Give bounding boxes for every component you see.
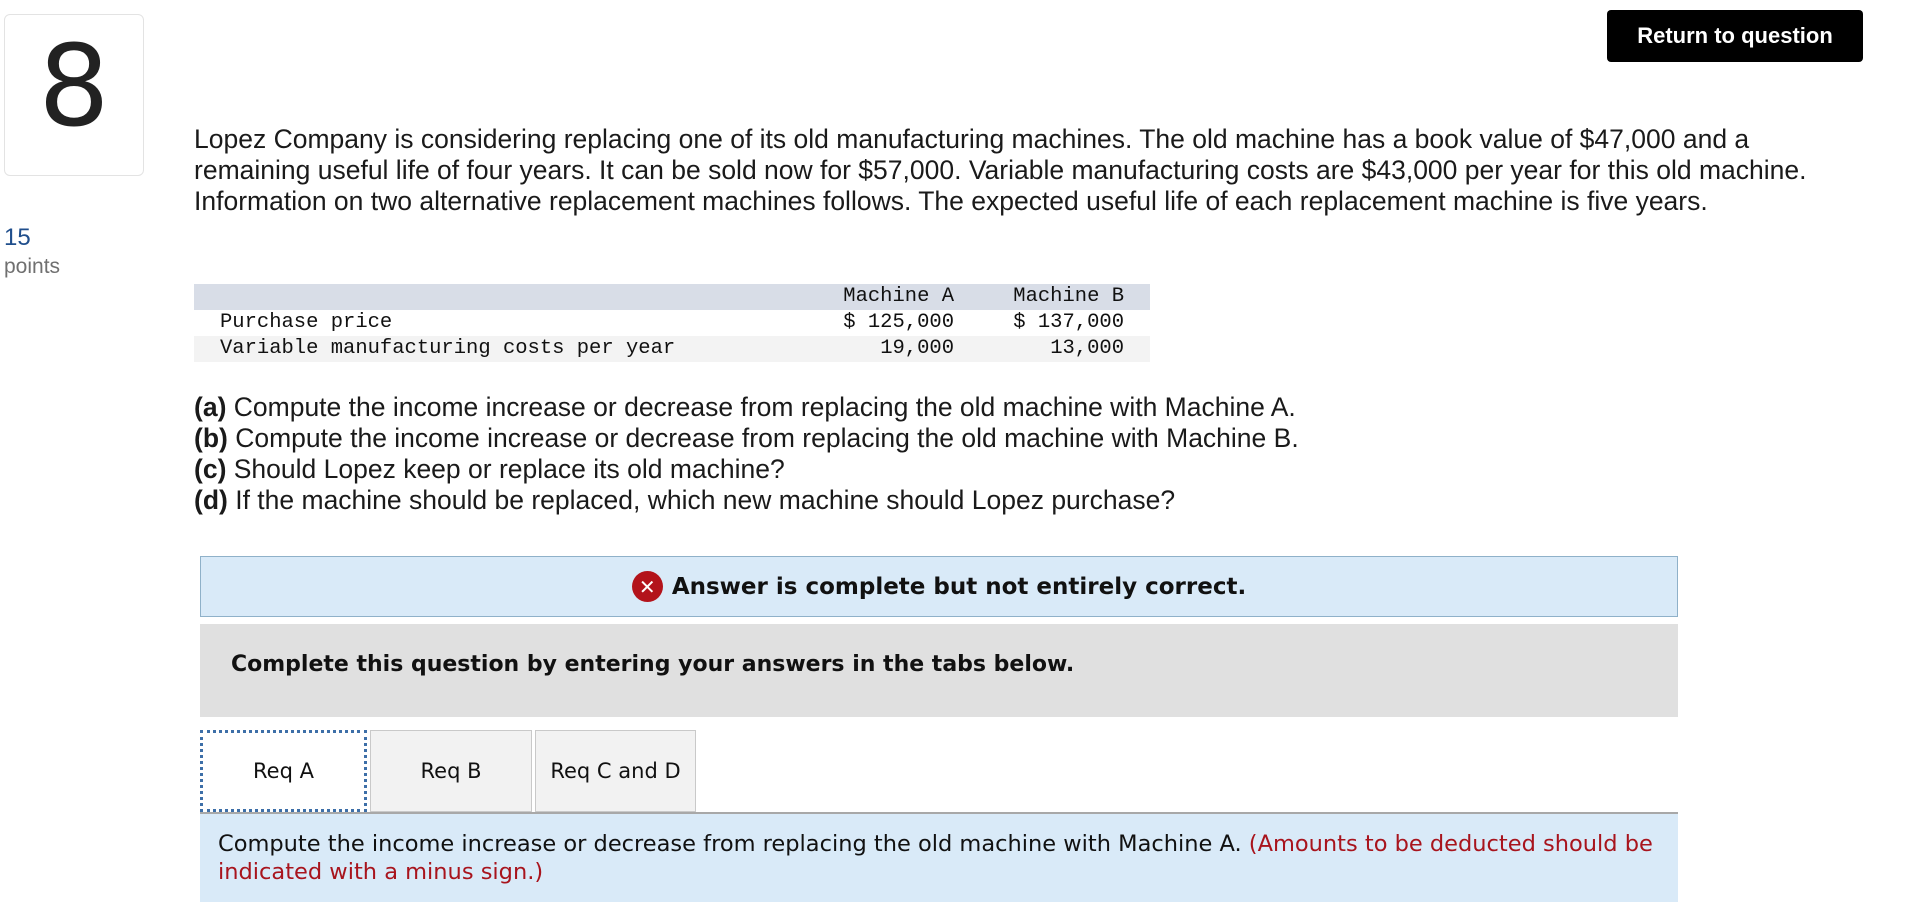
- machine-info-table: Machine A Machine B Purchase price $ 125…: [194, 284, 1150, 362]
- requirement-tag: (c): [194, 454, 227, 484]
- requirement-text: Compute the income increase or decrease …: [227, 423, 1299, 453]
- answer-status-banner: ✕ Answer is complete but not entirely co…: [200, 556, 1678, 617]
- machine-b-value: 13,000: [1050, 337, 1124, 360]
- problem-statement: Lopez Company is considering replacing o…: [194, 124, 1807, 216]
- tab-req-a[interactable]: Req A: [200, 730, 367, 812]
- table-row: Purchase price $ 125,000 $ 137,000: [194, 310, 1150, 336]
- column-header-machine-a: Machine A: [843, 285, 954, 308]
- tab-req-c-and-d[interactable]: Req C and D: [535, 730, 696, 812]
- table-header-row: Machine A Machine B: [194, 284, 1150, 310]
- table-row: Variable manufacturing costs per year 19…: [194, 336, 1150, 362]
- tab-req-b[interactable]: Req B: [370, 730, 532, 812]
- req-a-panel: Compute the income increase or decrease …: [200, 814, 1678, 902]
- table-header-blank: [194, 284, 834, 310]
- question-number: 8: [38, 22, 110, 152]
- machine-b-value: $ 137,000: [1013, 311, 1124, 334]
- question-number-box: 8: [4, 14, 144, 176]
- requirement-text: Compute the income increase or decrease …: [226, 392, 1296, 422]
- requirement-tag: (b): [194, 423, 228, 453]
- column-header-machine-b: Machine B: [1013, 285, 1124, 308]
- requirement-item: (b) Compute the income increase or decre…: [194, 423, 1594, 454]
- x-circle-icon: ✕: [631, 571, 663, 602]
- requirement-tabs: Req A Req B Req C and D: [200, 730, 1678, 812]
- row-label: Variable manufacturing costs per year: [220, 337, 676, 360]
- return-to-question-button[interactable]: Return to question: [1607, 10, 1863, 62]
- panel-instruction: Compute the income increase or decrease …: [218, 831, 1242, 857]
- requirement-text: Should Lopez keep or replace its old mac…: [226, 454, 785, 484]
- instruction-box: Complete this question by entering your …: [200, 624, 1678, 717]
- machine-a-value: $ 125,000: [843, 311, 954, 334]
- requirement-text: If the machine should be replaced, which…: [227, 485, 1176, 515]
- requirement-item: (d) If the machine should be replaced, w…: [194, 485, 1594, 516]
- instruction-text: Complete this question by entering your …: [231, 652, 1075, 677]
- requirement-item: (c) Should Lopez keep or replace its old…: [194, 454, 1594, 485]
- points-value: 15: [4, 224, 31, 251]
- machine-a-value: 19,000: [880, 337, 954, 360]
- requirements-list: (a) Compute the income increase or decre…: [194, 392, 1594, 516]
- answer-status-text: Answer is complete but not entirely corr…: [671, 573, 1247, 600]
- requirement-item: (a) Compute the income increase or decre…: [194, 392, 1594, 423]
- row-label: Purchase price: [220, 311, 393, 334]
- points-label: points: [4, 255, 61, 278]
- requirement-tag: (d): [194, 485, 228, 515]
- requirement-tag: (a): [194, 392, 227, 422]
